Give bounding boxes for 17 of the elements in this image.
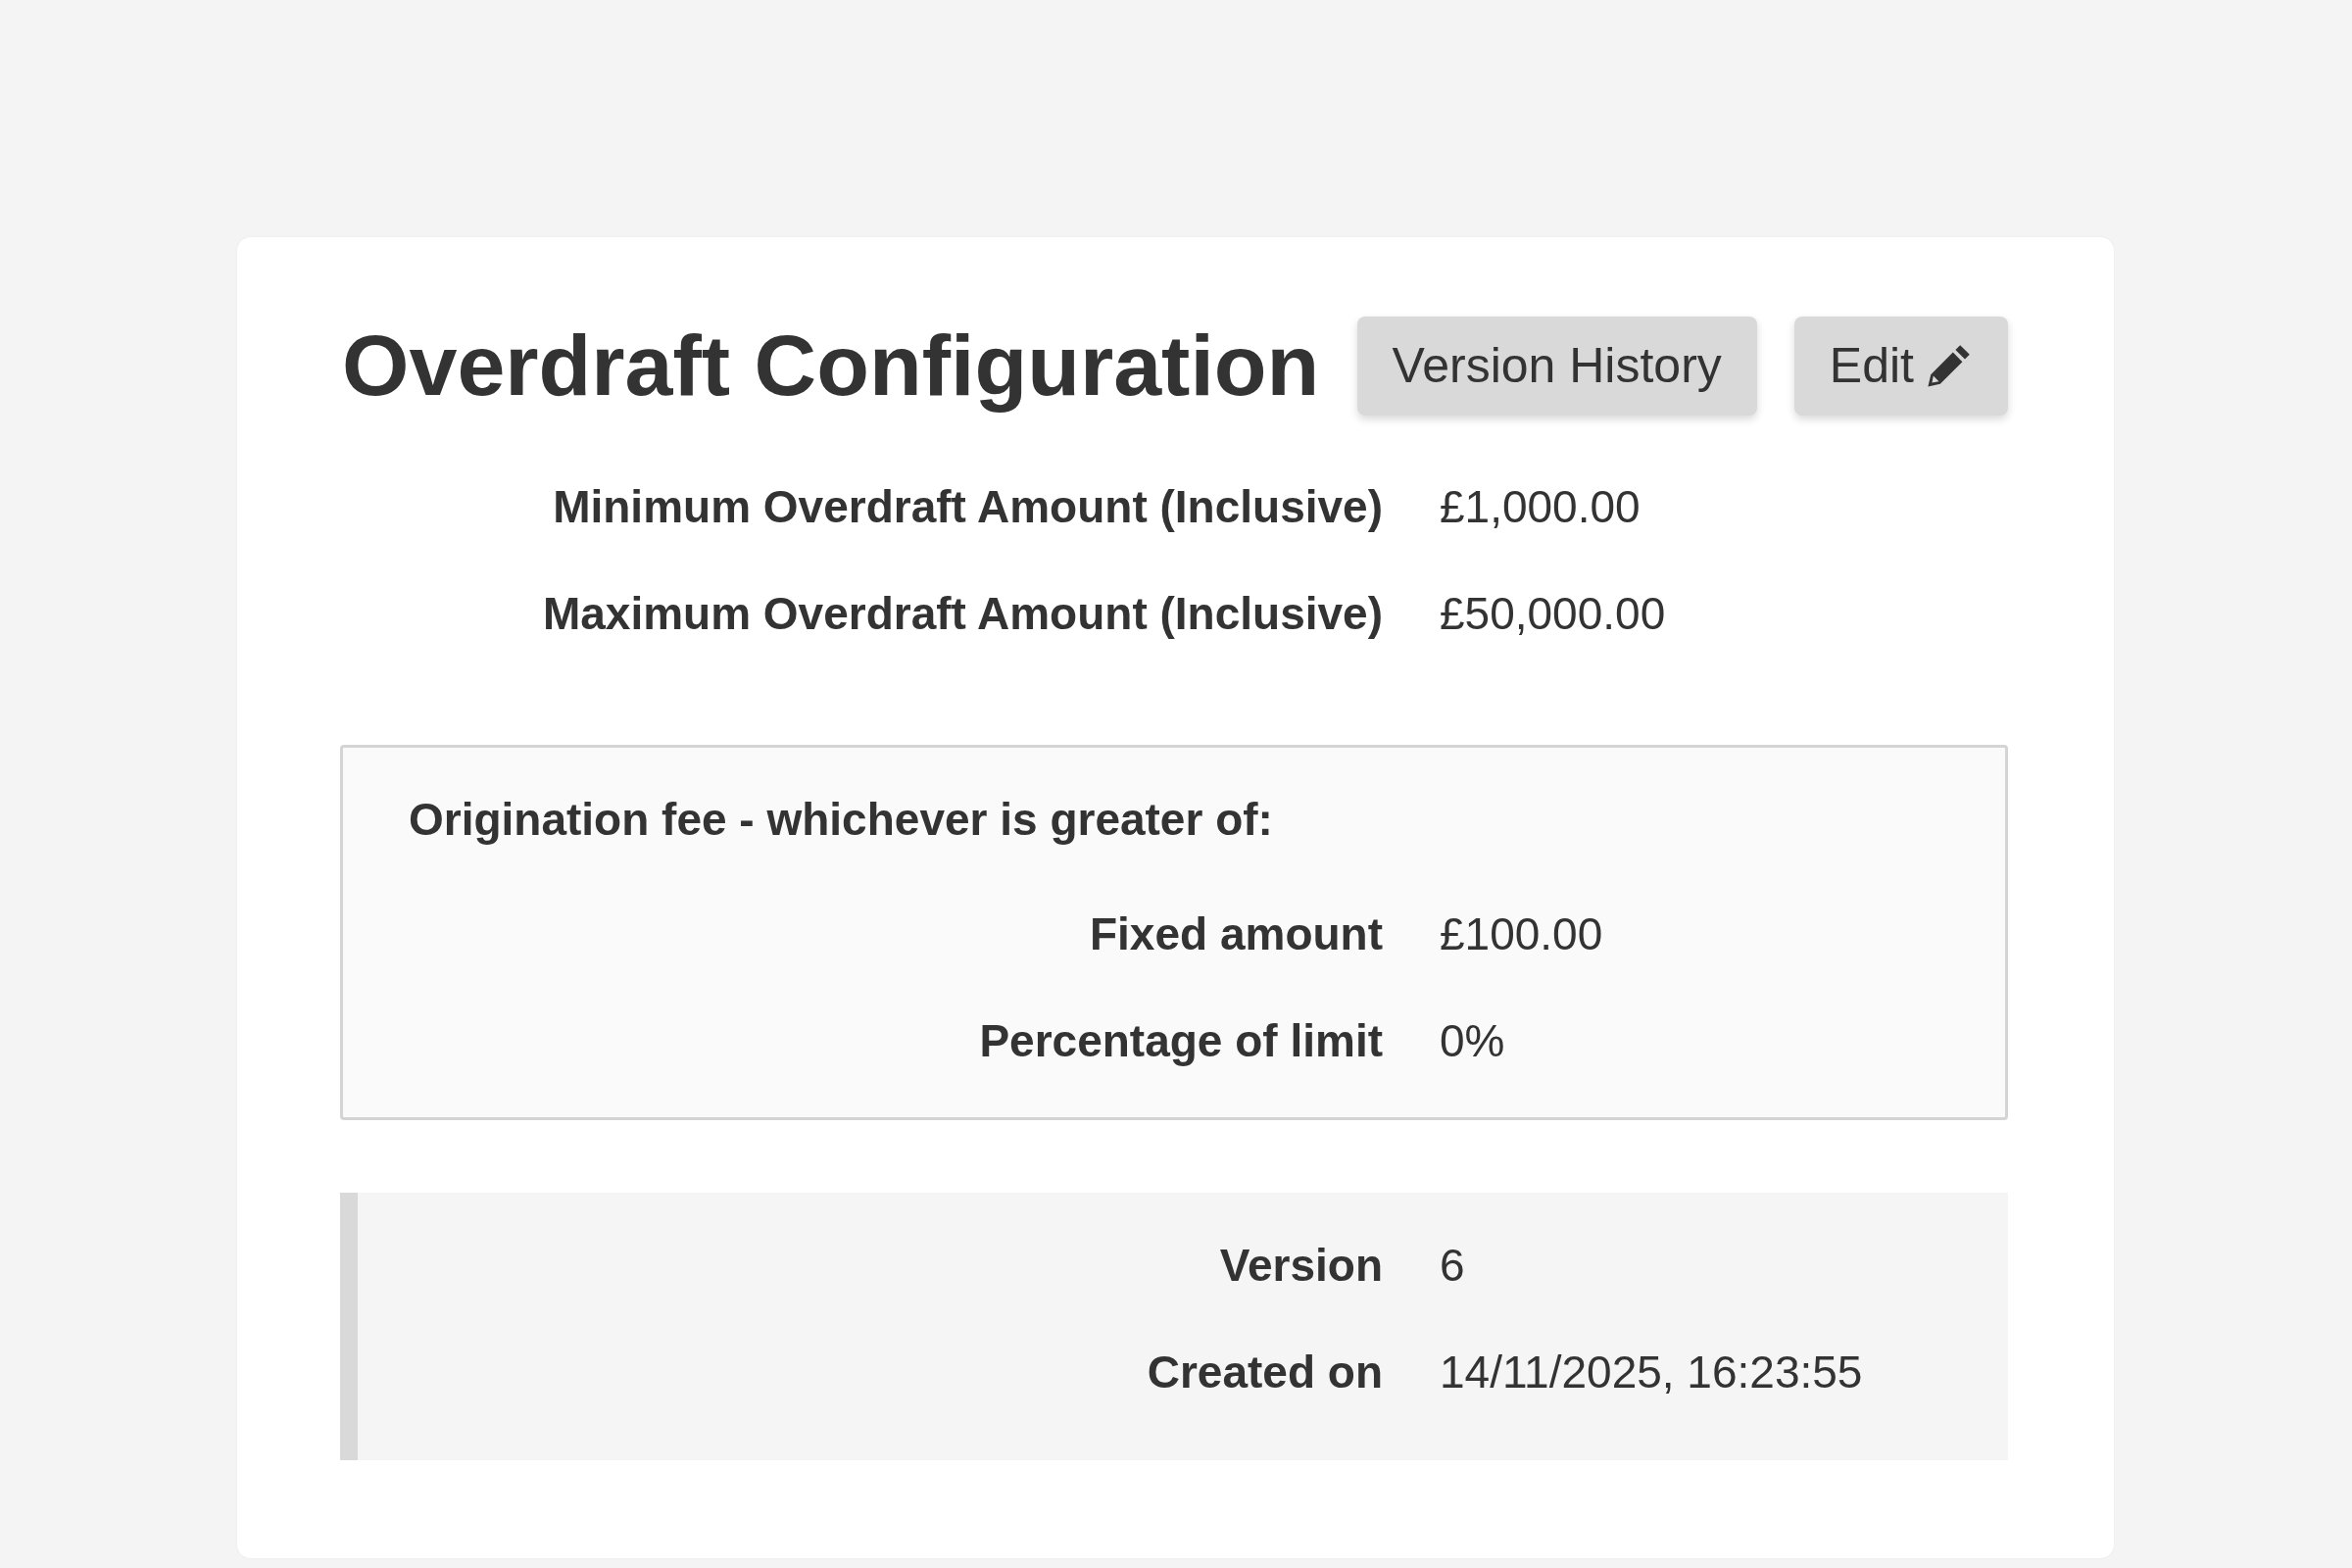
field-value: 14/11/2025, 16:23:55	[1440, 1346, 1864, 1399]
field-value: 0%	[1440, 1014, 1506, 1068]
field-value: £1,000.00	[1440, 480, 1642, 534]
page-title: Overdraft Configuration	[342, 316, 1320, 416]
section-heading: Origination fee - whichever is greater of:	[408, 793, 1274, 847]
field-value: £100.00	[1440, 907, 1604, 961]
version-history-button[interactable]: Version History	[1356, 316, 1757, 416]
field-label: Fixed amount	[1088, 907, 1383, 961]
pencil-icon	[1926, 342, 1973, 389]
edit-button[interactable]: Edit	[1793, 316, 2008, 416]
field-label: Percentage of limit	[978, 1014, 1383, 1068]
field-value: 6	[1440, 1239, 1466, 1293]
field-value: £50,000.00	[1440, 587, 1667, 641]
field-label: Version	[1218, 1239, 1383, 1293]
field-label: Maximum Overdraft Amount (Inclusive)	[541, 587, 1383, 641]
field-label: Minimum Overdraft Amount (Inclusive)	[552, 480, 1383, 534]
field-label: Created on	[1146, 1346, 1383, 1399]
